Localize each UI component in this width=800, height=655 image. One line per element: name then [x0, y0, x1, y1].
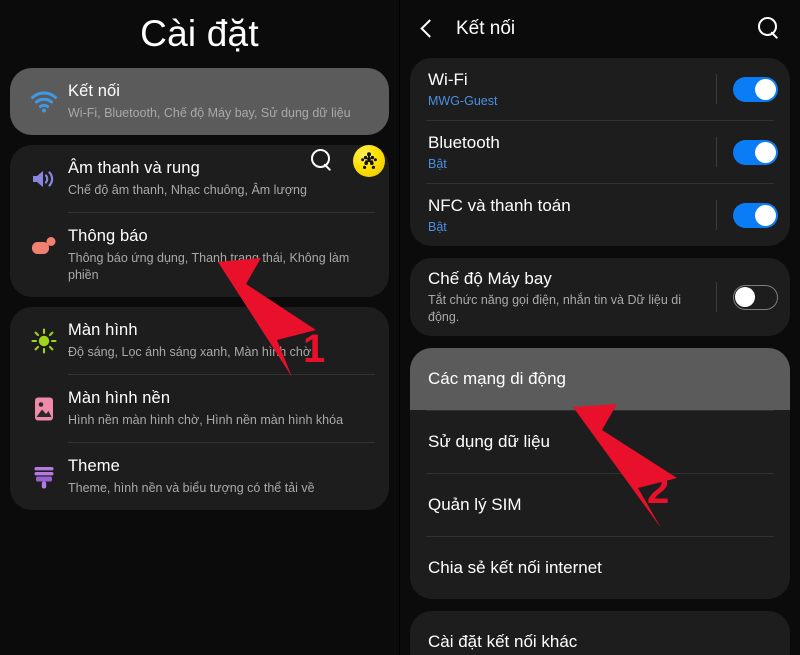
connections-row[interactable]: Quản lý SIM [410, 474, 790, 536]
connections-row[interactable]: Chế độ Máy bay Tắt chức năng gọi điện, nh… [410, 258, 790, 336]
theme-brush-icon [24, 458, 64, 496]
app-bar: Kết nối [400, 0, 800, 58]
settings-row[interactable]: Màn hình nền Hình nền màn hình chờ, Hình … [10, 375, 389, 442]
connections-row[interactable]: Chia sẻ kết nối internet [410, 537, 790, 599]
connections-row[interactable]: Wi-Fi MWG-Guest [410, 58, 790, 120]
wifi-icon [24, 83, 64, 121]
settings-row[interactable]: Màn hình Độ sáng, Lọc ánh sáng xanh, Màn … [10, 307, 389, 374]
settings-row-subtitle: Wi-Fi, Bluetooth, Chế độ Máy bay, Sử dụn… [68, 106, 351, 120]
speaker-icon [24, 160, 64, 198]
connections-screen: Kết nối Wi-Fi MWG-Guest Bluetooth Bật NFC và… [400, 0, 800, 655]
connections-row[interactable]: Cài đặt kết nối khác [410, 611, 790, 655]
settings-row-title: Màn hình [68, 321, 138, 339]
vertical-divider [716, 74, 717, 104]
toggle-area [702, 137, 778, 167]
vertical-divider [716, 200, 717, 230]
settings-row-subtitle: Thông báo ứng dụng, Thanh trạng thái, Kh… [68, 251, 350, 282]
connections-row-text: NFC và thanh toán Bật [428, 195, 702, 236]
connections-row-title: Quản lý SIM [428, 495, 522, 514]
toggle-knob [755, 204, 776, 226]
settings-row-text: Thông báo Thông báo ứng dụng, Thanh trạng… [64, 226, 373, 284]
settings-card: Kết nối Wi-Fi, Bluetooth, Chế độ Máy bay,… [10, 68, 389, 135]
settings-card: Âm thanh và rung Chế độ âm thanh, Nhạc ch… [10, 145, 389, 297]
connections-row-title: Chế độ Máy bay [428, 269, 552, 288]
toggle-switch[interactable] [733, 202, 778, 228]
notification-icon [24, 228, 64, 266]
toggle-switch[interactable] [733, 139, 778, 165]
search-icon[interactable] [756, 16, 782, 42]
connections-row-title: Bluetooth [428, 132, 500, 152]
settings-row[interactable]: Thông báo Thông báo ứng dụng, Thanh trạng… [10, 213, 389, 297]
connections-row-subtitle: Bật [428, 156, 447, 171]
settings-row-subtitle: Hình nền màn hình chờ, Hình nền màn hình… [68, 413, 344, 427]
toggle-area [702, 74, 778, 104]
page-title: Cài đặt [140, 13, 259, 54]
settings-row[interactable]: Theme Theme, hình nền và biểu tượng có th… [10, 443, 389, 510]
connections-row[interactable]: Các mạng di động [410, 348, 790, 410]
vertical-divider [716, 137, 717, 167]
settings-row-title: Màn hình nền [68, 389, 171, 407]
toggle-area [702, 282, 778, 312]
settings-row-title: Thông báo [68, 227, 148, 245]
settings-screen: Cài đặt Kết nối Wi-Fi, Bluetooth, Chế độ… [0, 0, 400, 655]
connections-card: Cài đặt kết nối khác [410, 611, 790, 655]
settings-row-text: Màn hình Độ sáng, Lọc ánh sáng xanh, Màn … [64, 320, 373, 361]
connections-row-title: NFC và thanh toán [428, 195, 571, 215]
connections-row-title: Sử dụng dữ liệu [428, 432, 551, 451]
brightness-sun-icon [24, 322, 64, 360]
connections-list: Wi-Fi MWG-Guest Bluetooth Bật NFC và thanh t… [400, 58, 800, 655]
settings-list: Kết nối Wi-Fi, Bluetooth, Chế độ Máy bay,… [0, 68, 399, 510]
connections-row-text: Bluetooth Bật [428, 132, 702, 173]
connections-row-text: Sử dụng dữ liệu [428, 431, 778, 453]
connections-row-text: Chia sẻ kết nối internet [428, 557, 778, 579]
settings-row[interactable]: Kết nối Wi-Fi, Bluetooth, Chế độ Máy bay,… [10, 68, 389, 135]
toggle-switch[interactable] [733, 284, 778, 310]
back-chevron-icon[interactable] [414, 16, 440, 42]
wallpaper-image-icon [24, 390, 64, 428]
toggle-knob [735, 286, 755, 307]
vertical-divider [716, 282, 717, 312]
connections-card: Các mạng di động Sử dụng dữ liệu Quản lý S… [410, 348, 790, 599]
settings-row-text: Kết nối Wi-Fi, Bluetooth, Chế độ Máy bay,… [64, 81, 373, 122]
connections-row-text: Wi-Fi MWG-Guest [428, 69, 702, 110]
connections-row[interactable]: NFC và thanh toán Bật [410, 184, 790, 246]
connections-row-subtitle: Tắt chức năng gọi điện, nhắn tin và Dữ l… [428, 293, 681, 324]
settings-row-text: Theme Theme, hình nền và biểu tượng có th… [64, 456, 373, 497]
connections-row-title: Wi-Fi [428, 69, 468, 89]
connections-row-text: Quản lý SIM [428, 494, 778, 516]
settings-row[interactable]: Âm thanh và rung Chế độ âm thanh, Nhạc ch… [10, 145, 389, 212]
toggle-area [702, 200, 778, 230]
toggle-knob [755, 141, 776, 163]
settings-row-text: Màn hình nền Hình nền màn hình chờ, Hình … [64, 388, 373, 429]
annotation-step-2-label: 2 [647, 468, 670, 512]
settings-row-title: Kết nối [68, 82, 121, 100]
settings-card: Màn hình Độ sáng, Lọc ánh sáng xanh, Màn … [10, 307, 389, 510]
connections-card: Chế độ Máy bay Tắt chức năng gọi điện, nh… [410, 258, 790, 336]
connections-row[interactable]: Bluetooth Bật [410, 121, 790, 183]
settings-row-title: Âm thanh và rung [68, 159, 200, 177]
settings-row-title: Theme [68, 457, 120, 475]
screenshot-root: Cài đặt Kết nối Wi-Fi, Bluetooth, Chế độ… [0, 0, 800, 655]
settings-row-subtitle: Độ sáng, Lọc ánh sáng xanh, Màn hình chờ [68, 345, 312, 359]
connections-row-title: Cài đặt kết nối khác [428, 632, 578, 651]
settings-row-subtitle: Theme, hình nền và biểu tượng có thể tải… [68, 481, 315, 495]
connections-row-title: Chia sẻ kết nối internet [428, 558, 602, 577]
connections-row[interactable]: Sử dụng dữ liệu [410, 411, 790, 473]
connections-row-subtitle: MWG-Guest [428, 93, 498, 108]
connections-row-text: Chế độ Máy bay Tắt chức năng gọi điện, nh… [428, 268, 702, 326]
connections-row-text: Các mạng di động [428, 368, 778, 390]
annotation-step-1-label: 1 [303, 327, 326, 371]
connections-row-title: Các mạng di động [428, 369, 566, 388]
settings-row-text: Âm thanh và rung Chế độ âm thanh, Nhạc ch… [64, 158, 373, 199]
toggle-knob [755, 78, 776, 100]
connections-card: Wi-Fi MWG-Guest Bluetooth Bật NFC và thanh t… [410, 58, 790, 246]
connections-row-subtitle: Bật [428, 219, 447, 234]
connections-row-text: Cài đặt kết nối khác [428, 631, 778, 653]
toggle-switch[interactable] [733, 76, 778, 102]
settings-row-subtitle: Chế độ âm thanh, Nhạc chuông, Âm lượng [68, 183, 307, 197]
app-bar-title: Kết nối [456, 18, 516, 39]
